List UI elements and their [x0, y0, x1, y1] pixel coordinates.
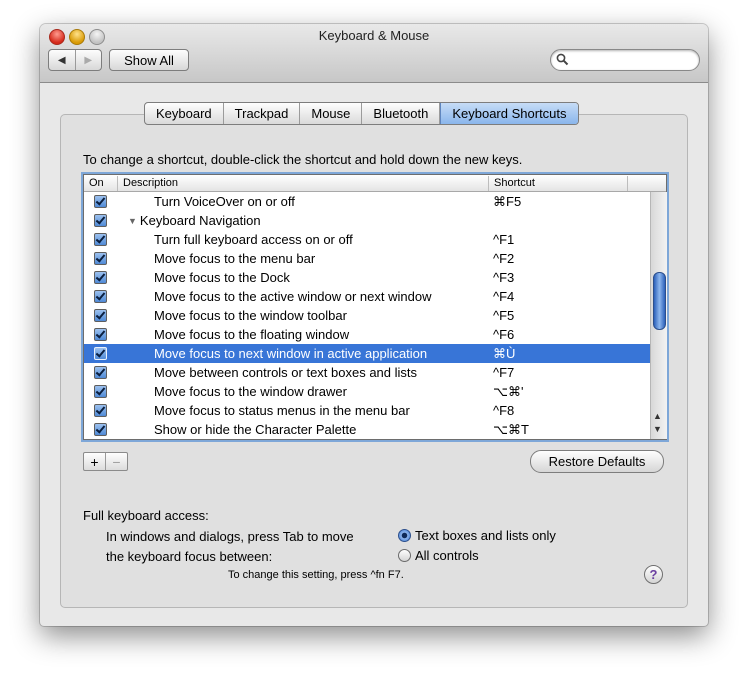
shortcut-description: Move focus to the menu bar — [154, 251, 316, 266]
shortcut-description: Show or hide the Character Palette — [154, 422, 357, 437]
shortcut-description: Move focus to the floating window — [154, 327, 350, 342]
table-row[interactable]: Move focus to the floating window ^F6 — [84, 325, 650, 344]
scroll-down-arrow-icon[interactable]: ▼ — [653, 424, 662, 434]
table-row[interactable]: Move focus to status menus in the menu b… — [84, 401, 650, 420]
radio-selected-icon[interactable] — [398, 529, 411, 542]
shortcut-description: Move focus to the Dock — [154, 270, 290, 285]
enabled-checkbox[interactable] — [94, 214, 107, 227]
tab-bar: Keyboard Trackpad Mouse Bluetooth Keyboa… — [144, 102, 579, 125]
table-row[interactable]: Turn VoiceOver on or off ⌘F5 — [84, 192, 650, 211]
enabled-checkbox[interactable] — [94, 271, 107, 284]
add-shortcut-button[interactable]: + — [84, 453, 106, 470]
remove-shortcut-button[interactable]: − — [106, 453, 127, 470]
shortcut-keys[interactable]: ^F5 — [493, 308, 514, 323]
enabled-checkbox[interactable] — [94, 328, 107, 341]
description-line-1: In windows and dialogs, press Tab to mov… — [106, 529, 354, 544]
enabled-checkbox[interactable] — [94, 309, 107, 322]
full-keyboard-access-label: Full keyboard access: — [83, 508, 209, 523]
enabled-checkbox[interactable] — [94, 290, 107, 303]
table-row[interactable]: Move focus to the Dock ^F3 — [84, 268, 650, 287]
table-row[interactable]: Move focus to next window in active appl… — [84, 344, 650, 363]
enabled-checkbox[interactable] — [94, 233, 107, 246]
tab-mouse[interactable]: Mouse — [300, 103, 363, 124]
tab-keyboard[interactable]: Keyboard — [145, 103, 224, 124]
back-arrow-icon: ◀ — [57, 54, 66, 66]
search-icon — [556, 53, 569, 66]
back-button[interactable]: ◀ — [49, 50, 76, 70]
tab-trackpad[interactable]: Trackpad — [224, 103, 301, 124]
column-header-shortcut[interactable]: Shortcut — [489, 176, 628, 191]
radio-label: All controls — [415, 548, 479, 563]
shortcut-keys[interactable]: ^F1 — [493, 232, 514, 247]
show-all-button[interactable]: Show All — [109, 49, 189, 71]
table-row[interactable]: Keyboard Navigation — [84, 211, 650, 230]
enabled-checkbox[interactable] — [94, 423, 107, 436]
title-bar: Keyboard & Mouse ◀ ▶ Show All — [40, 24, 708, 83]
table-header: On Description Shortcut — [84, 175, 666, 192]
shortcut-keys[interactable]: ⌥⌘T — [493, 422, 529, 438]
shortcut-keys[interactable]: ^F8 — [493, 403, 514, 418]
enabled-checkbox[interactable] — [94, 366, 107, 379]
scroll-up-arrow-icon[interactable]: ▲ — [653, 411, 662, 421]
preferences-window: Keyboard & Mouse ◀ ▶ Show All Keyboard T… — [40, 24, 708, 626]
instructions-text: To change a shortcut, double-click the s… — [83, 152, 523, 167]
forward-arrow-icon: ▶ — [84, 54, 93, 66]
description-line-2: the keyboard focus between: — [106, 549, 273, 564]
radio-unselected-icon[interactable] — [398, 549, 411, 562]
shortcut-keys[interactable]: ^F7 — [493, 365, 514, 380]
table-row[interactable]: Show or hide the Character Palette ⌥⌘T — [84, 420, 650, 439]
shortcut-keys[interactable]: ⌘F5 — [493, 194, 521, 210]
add-remove-group: + − — [83, 452, 128, 471]
shortcut-keys[interactable]: ^F3 — [493, 270, 514, 285]
shortcut-description: Move focus to next window in active appl… — [154, 346, 428, 361]
radio-text-boxes-and-lists[interactable]: Text boxes and lists only — [398, 528, 556, 543]
radio-label: Text boxes and lists only — [415, 528, 556, 543]
full-keyboard-access-description: In windows and dialogs, press Tab to mov… — [106, 527, 354, 567]
table-row[interactable]: Move between controls or text boxes and … — [84, 363, 650, 382]
shortcut-description: Turn VoiceOver on or off — [154, 194, 295, 209]
enabled-checkbox[interactable] — [94, 195, 107, 208]
search-input[interactable] — [550, 49, 700, 71]
group-disclosure-label: Keyboard Navigation — [128, 213, 261, 228]
shortcut-description: Move focus to the window toolbar — [154, 308, 347, 323]
tab-keyboard-shortcuts[interactable]: Keyboard Shortcuts — [440, 103, 578, 124]
table-row[interactable]: Move focus to the window toolbar ^F5 — [84, 306, 650, 325]
enabled-checkbox[interactable] — [94, 385, 107, 398]
shortcut-description: Turn full keyboard access on or off — [154, 232, 353, 247]
tab-bluetooth[interactable]: Bluetooth — [362, 103, 441, 124]
shortcut-description: Move focus to the active window or next … — [154, 289, 432, 304]
shortcut-description: Move focus to status menus in the menu b… — [154, 403, 410, 418]
vertical-scrollbar[interactable]: ▲ ▼ — [650, 192, 667, 439]
column-header-description[interactable]: Description — [118, 176, 489, 191]
radio-all-controls[interactable]: All controls — [398, 548, 479, 563]
shortcuts-table[interactable]: On Description Shortcut Turn VoiceOver o… — [83, 174, 667, 440]
forward-button[interactable]: ▶ — [76, 50, 102, 70]
scrollbar-thumb[interactable] — [653, 272, 666, 330]
restore-defaults-button[interactable]: Restore Defaults — [530, 450, 664, 473]
table-row[interactable]: Move focus to the menu bar ^F2 — [84, 249, 650, 268]
shortcut-description: Move between controls or text boxes and … — [154, 365, 418, 380]
enabled-checkbox[interactable] — [94, 347, 107, 360]
column-header-on[interactable]: On — [84, 176, 118, 191]
shortcut-keys[interactable]: ^F6 — [493, 327, 514, 342]
window-title: Keyboard & Mouse — [318, 28, 430, 43]
table-row[interactable]: Move focus to the active window or next … — [84, 287, 650, 306]
enabled-checkbox[interactable] — [94, 404, 107, 417]
nav-button-group: ◀ ▶ — [48, 49, 102, 71]
setting-hint-text: To change this setting, press ^fn F7. — [228, 569, 404, 581]
shortcut-keys[interactable]: ⌥⌘' — [493, 384, 523, 400]
table-row[interactable]: Move focus to the window drawer ⌥⌘' — [84, 382, 650, 401]
shortcut-description: Move focus to the window drawer — [154, 384, 347, 399]
table-row[interactable]: Turn full keyboard access on or off ^F1 — [84, 230, 650, 249]
enabled-checkbox[interactable] — [94, 252, 107, 265]
shortcut-keys[interactable]: ^F4 — [493, 289, 514, 304]
help-button[interactable]: ? — [644, 565, 663, 584]
table-body: Turn VoiceOver on or off ⌘F5 Keyboard Navi… — [84, 192, 650, 439]
shortcut-keys[interactable]: ⌘Ù — [493, 346, 515, 362]
shortcut-keys[interactable]: ^F2 — [493, 251, 514, 266]
